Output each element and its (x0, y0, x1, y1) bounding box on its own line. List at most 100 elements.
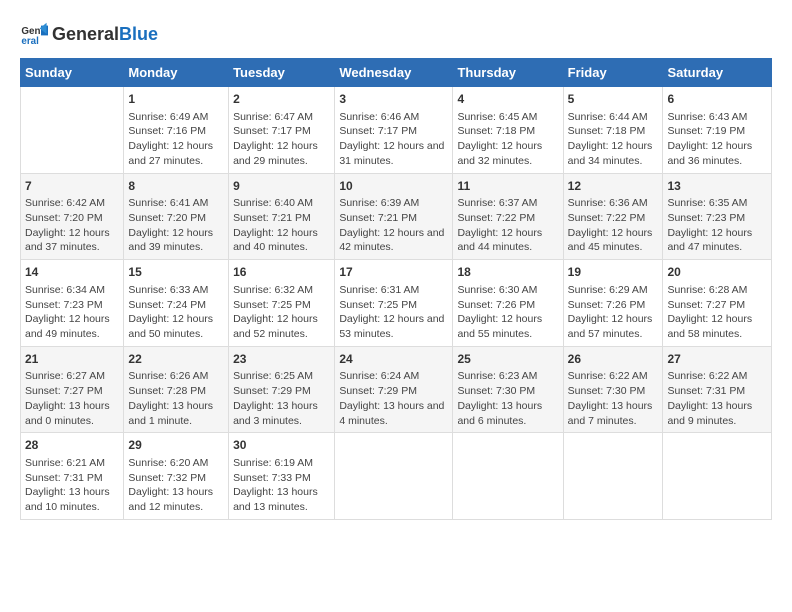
calendar-cell: 1 Sunrise: 6:49 AMSunset: 7:16 PMDaylight… (124, 87, 229, 174)
week-row-5: 28Sunrise: 6:21 AMSunset: 7:31 PMDayligh… (21, 433, 772, 520)
day-number: 16 (233, 264, 330, 281)
day-number: 20 (667, 264, 767, 281)
header-row: SundayMondayTuesdayWednesdayThursdayFrid… (21, 59, 772, 87)
logo-blue: Blue (119, 24, 158, 44)
calendar-cell: 5 Sunrise: 6:44 AMSunset: 7:18 PMDaylight… (563, 87, 663, 174)
calendar-cell: 28Sunrise: 6:21 AMSunset: 7:31 PMDayligh… (21, 433, 124, 520)
day-number: 1 (128, 91, 224, 108)
day-number: 13 (667, 178, 767, 195)
cell-info: Sunrise: 6:26 AMSunset: 7:28 PMDaylight:… (128, 369, 224, 428)
header-cell-friday: Friday (563, 59, 663, 87)
calendar-cell: 6Sunrise: 6:43 AMSunset: 7:19 PMDaylight… (663, 87, 772, 174)
svg-text:eral: eral (21, 36, 39, 47)
cell-info: Sunrise: 6:43 AMSunset: 7:19 PMDaylight:… (667, 110, 767, 169)
day-number: 19 (568, 264, 659, 281)
cell-info: Sunrise: 6:24 AMSunset: 7:29 PMDaylight:… (339, 369, 448, 428)
header-cell-saturday: Saturday (663, 59, 772, 87)
calendar-cell: 12Sunrise: 6:36 AMSunset: 7:22 PMDayligh… (563, 173, 663, 260)
logo: Gen eral GeneralBlue (20, 20, 158, 48)
calendar-cell (335, 433, 453, 520)
day-number: 10 (339, 178, 448, 195)
calendar-cell: 3 Sunrise: 6:46 AMSunset: 7:17 PMDaylight… (335, 87, 453, 174)
day-number: 5 (568, 91, 659, 108)
logo-icon: Gen eral (20, 20, 48, 48)
header-cell-tuesday: Tuesday (229, 59, 335, 87)
calendar-table: SundayMondayTuesdayWednesdayThursdayFrid… (20, 58, 772, 520)
cell-info: Sunrise: 6:27 AMSunset: 7:27 PMDaylight:… (25, 369, 119, 428)
cell-info: Sunrise: 6:21 AMSunset: 7:31 PMDaylight:… (25, 456, 119, 515)
calendar-cell: 11Sunrise: 6:37 AMSunset: 7:22 PMDayligh… (453, 173, 563, 260)
calendar-cell: 20 Sunrise: 6:28 AMSunset: 7:27 PMDayligh… (663, 260, 772, 347)
week-row-3: 14 Sunrise: 6:34 AMSunset: 7:23 PMDayligh… (21, 260, 772, 347)
calendar-cell (563, 433, 663, 520)
cell-info: Sunrise: 6:29 AMSunset: 7:26 PMDaylight:… (568, 283, 659, 342)
cell-info: Sunrise: 6:33 AMSunset: 7:24 PMDaylight:… (128, 283, 224, 342)
day-number: 25 (457, 351, 558, 368)
cell-info: Sunrise: 6:49 AMSunset: 7:16 PMDaylight:… (128, 110, 224, 169)
calendar-cell (663, 433, 772, 520)
day-number: 15 (128, 264, 224, 281)
cell-info: Sunrise: 6:40 AMSunset: 7:21 PMDaylight:… (233, 196, 330, 255)
cell-info: Sunrise: 6:45 AMSunset: 7:18 PMDaylight:… (457, 110, 558, 169)
calendar-cell: 4Sunrise: 6:45 AMSunset: 7:18 PMDaylight… (453, 87, 563, 174)
cell-info: Sunrise: 6:31 AMSunset: 7:25 PMDaylight:… (339, 283, 448, 342)
week-row-2: 7Sunrise: 6:42 AMSunset: 7:20 PMDaylight… (21, 173, 772, 260)
day-number: 8 (128, 178, 224, 195)
cell-info: Sunrise: 6:34 AMSunset: 7:23 PMDaylight:… (25, 283, 119, 342)
day-number: 23 (233, 351, 330, 368)
calendar-cell: 15 Sunrise: 6:33 AMSunset: 7:24 PMDayligh… (124, 260, 229, 347)
cell-info: Sunrise: 6:32 AMSunset: 7:25 PMDaylight:… (233, 283, 330, 342)
day-number: 27 (667, 351, 767, 368)
cell-info: Sunrise: 6:47 AMSunset: 7:17 PMDaylight:… (233, 110, 330, 169)
cell-info: Sunrise: 6:19 AMSunset: 7:33 PMDaylight:… (233, 456, 330, 515)
cell-info: Sunrise: 6:23 AMSunset: 7:30 PMDaylight:… (457, 369, 558, 428)
logo-general: General (52, 24, 119, 44)
day-number: 11 (457, 178, 558, 195)
day-number: 7 (25, 178, 119, 195)
calendar-cell: 30 Sunrise: 6:19 AMSunset: 7:33 PMDayligh… (229, 433, 335, 520)
calendar-cell: 18Sunrise: 6:30 AMSunset: 7:26 PMDayligh… (453, 260, 563, 347)
cell-info: Sunrise: 6:22 AMSunset: 7:31 PMDaylight:… (667, 369, 767, 428)
day-number: 26 (568, 351, 659, 368)
day-number: 30 (233, 437, 330, 454)
calendar-cell: 13Sunrise: 6:35 AMSunset: 7:23 PMDayligh… (663, 173, 772, 260)
header-cell-sunday: Sunday (21, 59, 124, 87)
day-number: 24 (339, 351, 448, 368)
day-number: 3 (339, 91, 448, 108)
calendar-cell: 23Sunrise: 6:25 AMSunset: 7:29 PMDayligh… (229, 346, 335, 433)
calendar-cell: 9Sunrise: 6:40 AMSunset: 7:21 PMDaylight… (229, 173, 335, 260)
cell-info: Sunrise: 6:25 AMSunset: 7:29 PMDaylight:… (233, 369, 330, 428)
calendar-cell: 22Sunrise: 6:26 AMSunset: 7:28 PMDayligh… (124, 346, 229, 433)
calendar-cell: 8Sunrise: 6:41 AMSunset: 7:20 PMDaylight… (124, 173, 229, 260)
day-number: 22 (128, 351, 224, 368)
cell-info: Sunrise: 6:46 AMSunset: 7:17 PMDaylight:… (339, 110, 448, 169)
page-header: Gen eral GeneralBlue (20, 20, 772, 48)
day-number: 9 (233, 178, 330, 195)
cell-info: Sunrise: 6:28 AMSunset: 7:27 PMDaylight:… (667, 283, 767, 342)
calendar-cell: 2Sunrise: 6:47 AMSunset: 7:17 PMDaylight… (229, 87, 335, 174)
calendar-cell: 19 Sunrise: 6:29 AMSunset: 7:26 PMDayligh… (563, 260, 663, 347)
calendar-cell: 7Sunrise: 6:42 AMSunset: 7:20 PMDaylight… (21, 173, 124, 260)
week-row-4: 21Sunrise: 6:27 AMSunset: 7:27 PMDayligh… (21, 346, 772, 433)
cell-info: Sunrise: 6:22 AMSunset: 7:30 PMDaylight:… (568, 369, 659, 428)
calendar-body: 1 Sunrise: 6:49 AMSunset: 7:16 PMDaylight… (21, 87, 772, 520)
day-number: 18 (457, 264, 558, 281)
calendar-cell: 14 Sunrise: 6:34 AMSunset: 7:23 PMDayligh… (21, 260, 124, 347)
day-number: 17 (339, 264, 448, 281)
calendar-cell: 25Sunrise: 6:23 AMSunset: 7:30 PMDayligh… (453, 346, 563, 433)
cell-info: Sunrise: 6:44 AMSunset: 7:18 PMDaylight:… (568, 110, 659, 169)
calendar-cell (21, 87, 124, 174)
cell-info: Sunrise: 6:35 AMSunset: 7:23 PMDaylight:… (667, 196, 767, 255)
cell-info: Sunrise: 6:20 AMSunset: 7:32 PMDaylight:… (128, 456, 224, 515)
header-cell-wednesday: Wednesday (335, 59, 453, 87)
day-number: 29 (128, 437, 224, 454)
calendar-cell: 27Sunrise: 6:22 AMSunset: 7:31 PMDayligh… (663, 346, 772, 433)
calendar-cell: 16 Sunrise: 6:32 AMSunset: 7:25 PMDayligh… (229, 260, 335, 347)
header-cell-thursday: Thursday (453, 59, 563, 87)
calendar-cell: 17 Sunrise: 6:31 AMSunset: 7:25 PMDayligh… (335, 260, 453, 347)
cell-info: Sunrise: 6:42 AMSunset: 7:20 PMDaylight:… (25, 196, 119, 255)
cell-info: Sunrise: 6:36 AMSunset: 7:22 PMDaylight:… (568, 196, 659, 255)
day-number: 14 (25, 264, 119, 281)
calendar-cell: 26Sunrise: 6:22 AMSunset: 7:30 PMDayligh… (563, 346, 663, 433)
calendar-cell: 10Sunrise: 6:39 AMSunset: 7:21 PMDayligh… (335, 173, 453, 260)
